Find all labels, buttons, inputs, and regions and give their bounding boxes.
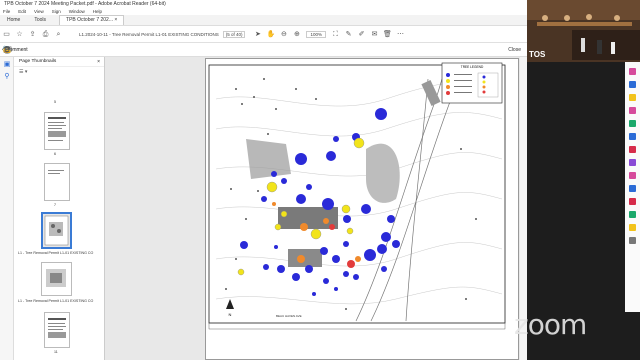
save-icon[interactable]: ▭ [2, 30, 11, 39]
side-tool-icon[interactable] [629, 133, 636, 140]
main-toolbar: ▭ ☆ ⇪ ⎙ ⌕ L1.2024-10-11 - Tree Removal P… [0, 26, 527, 43]
acrobat-window: TPB October 7 2024 Meeting Packet.pdf - … [0, 0, 527, 360]
thumbnail-options-icon[interactable]: ☰ ▾ [14, 67, 104, 77]
side-tool-icon[interactable] [629, 120, 636, 127]
thumbnail-page-6[interactable] [44, 112, 70, 150]
north-label: N [229, 312, 232, 317]
thumbnails-icon[interactable]: ▣ [3, 61, 11, 69]
document-name: L1.2024-10-11 - Tree Removal Permit L1-0… [79, 31, 219, 37]
thumbnail-page-8-selected[interactable] [41, 212, 72, 249]
thumbnail-page-9[interactable] [41, 262, 72, 296]
menu-bar: File Edit View Sign Window Help [0, 8, 527, 15]
close-comment-button[interactable]: Close [508, 47, 521, 53]
thumb-content [48, 117, 66, 141]
legend-title: TREE LEGEND [461, 65, 484, 69]
tab-home[interactable]: Home [0, 15, 27, 26]
attachment-icon[interactable]: ⚲ [3, 73, 11, 81]
window-title: TPB October 7 2024 Meeting Packet.pdf - … [0, 0, 527, 8]
side-tool-icon[interactable] [629, 237, 636, 244]
side-tool-icon[interactable] [629, 185, 636, 192]
side-tool-icon[interactable] [629, 198, 636, 205]
tab-document[interactable]: TPB October 7 202... × [59, 15, 125, 25]
zoom-level[interactable]: 100% [306, 30, 326, 38]
thumb-content [46, 269, 66, 287]
thumbnails-header: Page Thumbnails × [14, 57, 104, 67]
street-label: BEAU HAVEN AVE [276, 314, 302, 318]
comment-toolbar: Comment ▤ ✎ U S T Ŧ ▢ A ✏ ⌫ ⚭ ◯ ⊥ 📎 ↗ ✍ … [0, 43, 527, 57]
tab-close-icon[interactable]: × [114, 17, 117, 23]
tab-bar: Home Tools TPB October 7 202... × [0, 15, 527, 26]
screen: TPB October 7 2024 Meeting Packet.pdf - … [0, 0, 640, 360]
menu-window[interactable]: Window [69, 8, 85, 15]
zoom-in-icon[interactable]: ⊕ [292, 30, 301, 39]
thumb-caption-9: L1 - Tree Removal Permit L1-01 EXISTING … [18, 299, 94, 303]
thumb-caption-7: 7 [54, 203, 56, 207]
search-icon[interactable]: ⌕ [54, 30, 63, 39]
tree-legend: TREE LEGEND [441, 62, 503, 104]
close-panel-icon[interactable]: × [97, 57, 100, 67]
side-tool-icon[interactable] [629, 68, 636, 75]
page-number[interactable]: (5 of 40) [222, 30, 246, 38]
camera-label: TOS [529, 50, 546, 59]
thumb-caption-8: L1 - Tree Removal Permit L1-01 EXISTING … [18, 251, 94, 255]
thumb-caption-6: 6 [54, 152, 56, 156]
tab-tools[interactable]: Tools [27, 15, 53, 26]
select-arrow-icon[interactable]: ➤ [253, 30, 262, 39]
side-tool-icon[interactable] [629, 81, 636, 88]
more-icon[interactable]: ⋯ [396, 30, 405, 39]
thumb-caption-5: 5 [54, 100, 56, 104]
zoom-out-icon[interactable]: ⊖ [279, 30, 288, 39]
highlight-icon[interactable]: ✐ [357, 30, 366, 39]
thumb-content [48, 318, 66, 338]
thumbnail-page-7[interactable] [44, 163, 70, 201]
print-icon[interactable]: ⎙ [41, 30, 50, 39]
hand-icon[interactable]: ✋ [266, 30, 276, 39]
comment-icon[interactable]: ✎ [344, 30, 353, 39]
menu-sign[interactable]: Sign [52, 8, 61, 15]
pdf-page[interactable]: TREE LEGEND N BEAU HAVEN AVE [205, 58, 519, 360]
share-icon[interactable]: ✉ [370, 30, 379, 39]
menu-help[interactable]: Help [93, 8, 102, 15]
side-tool-icon[interactable] [629, 107, 636, 114]
side-tool-icon[interactable] [629, 172, 636, 179]
thumb-content [44, 215, 69, 246]
side-tool-icon[interactable] [629, 146, 636, 153]
tab-document-label: TPB October 7 202... [66, 17, 113, 23]
thumbnails-title: Page Thumbnails [19, 59, 57, 64]
side-toolbar [625, 62, 640, 312]
comment-label: Comment [6, 46, 28, 53]
bookmark-star-icon[interactable]: ☆ [15, 30, 24, 39]
zoom-watermark: zoom [514, 308, 587, 341]
side-tool-icon[interactable] [629, 94, 636, 101]
side-tool-icon[interactable] [629, 159, 636, 166]
document-area: TREE LEGEND N BEAU HAVEN AVE [105, 57, 527, 360]
upload-icon[interactable]: ⇪ [28, 30, 37, 39]
side-tool-icon[interactable] [629, 211, 636, 218]
side-tool-icon[interactable] [629, 224, 636, 231]
thumbnail-page-10[interactable] [44, 312, 70, 348]
thumb-content [48, 170, 64, 174]
settings-icon[interactable]: ⚙ [2, 46, 13, 54]
fit-page-icon[interactable]: ⛶ [331, 30, 340, 39]
delete-icon[interactable]: 🗑 [383, 30, 392, 39]
site-plan-drawing: TREE LEGEND N BEAU HAVEN AVE [206, 59, 518, 359]
thumb-caption-11: 11 [54, 350, 58, 354]
left-rail: ▣ ⚲ [0, 57, 14, 360]
thumbnails-panel: Page Thumbnails × ☰ ▾ 5 6 7 L1 - Tree Re… [14, 57, 114, 360]
